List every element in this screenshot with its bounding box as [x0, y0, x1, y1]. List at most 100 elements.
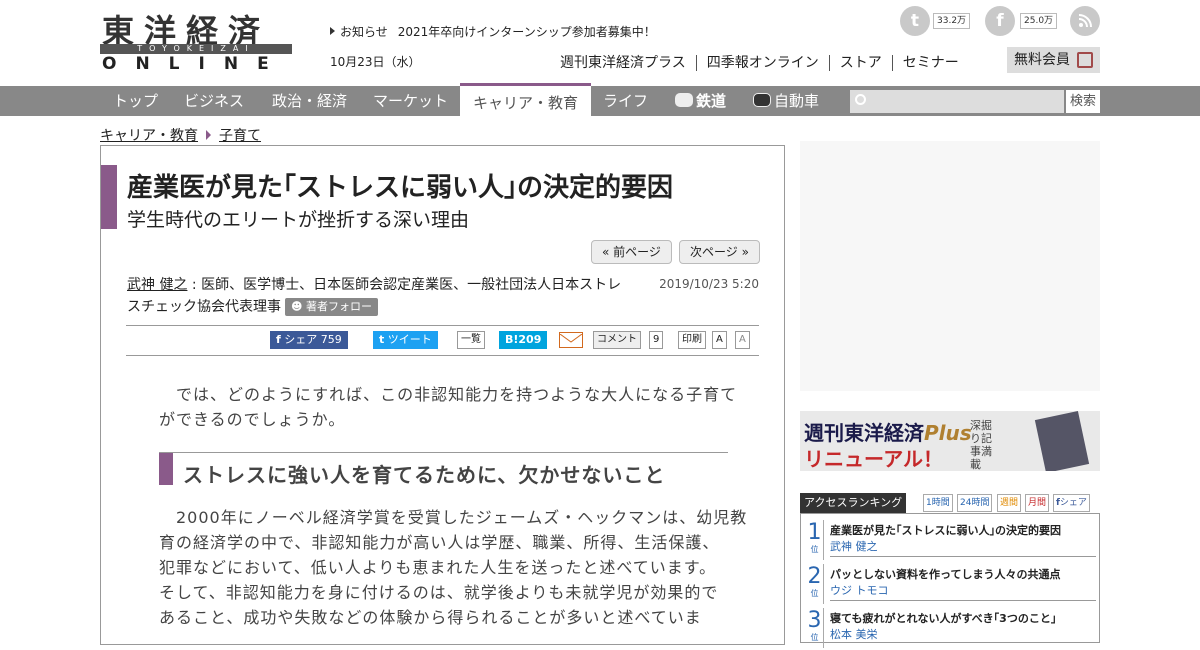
facebook-share-button[interactable]: f シェア 759 [270, 331, 348, 349]
nav-auto-label: 自動車 [774, 92, 820, 110]
font-size-small-button[interactable]: A [712, 331, 727, 349]
logo-sub-text: ONLINE [102, 54, 288, 74]
breadcrumb-career[interactable]: キャリア・教育 [100, 128, 198, 144]
mail-icon[interactable] [559, 332, 583, 348]
ranking-item[interactable]: 3位 寝ても疲れがとれない人がすべき｢3つのこと｣ 松本 美栄 [806, 606, 1096, 650]
banner-title: 週刊東洋経済Plus [804, 417, 972, 446]
article-title: 産業医が見た｢ストレスに弱い人｣の決定的要因 [127, 173, 674, 203]
phone-image [1034, 411, 1090, 471]
author-info: 武神 健之 : 医師、医学博士、日本医師会認定産業医、一般社団法人日本ストレスチ… [127, 277, 622, 316]
header-link-store[interactable]: ストア [828, 55, 892, 71]
ranking-tab-1h[interactable]: 1時間 [923, 494, 953, 512]
header-link-weekly[interactable]: 週刊東洋経済プラス [550, 55, 696, 71]
mail-glyph [559, 333, 583, 343]
banner-title-main: 週刊東洋経済 [804, 421, 924, 445]
prev-page-button[interactable]: « 前ページ [591, 240, 672, 264]
author-name[interactable]: 武神 健之 [127, 277, 187, 293]
hatena-bookmark-button[interactable]: B!209 [499, 331, 548, 349]
search-button[interactable]: 検索 [1066, 90, 1100, 113]
site-logo[interactable]: 東洋経済 TOYOKEIZAI ONLINE [100, 6, 292, 74]
share-divider-bottom [126, 355, 759, 356]
twitter-icon[interactable]: t [900, 6, 930, 36]
ranking-tab-24h[interactable]: 24時間 [957, 494, 993, 512]
author-follow-button[interactable]: ☻ 著者フォロー [285, 298, 378, 316]
breadcrumb-parenting[interactable]: 子育て [219, 128, 261, 144]
ranking-tab-share-label: シェア [1059, 498, 1087, 508]
breadcrumb-separator-icon [206, 130, 211, 140]
ranking-number: 1位 [806, 520, 824, 560]
hatena-label: B! [505, 333, 519, 346]
ranking-tab-share[interactable]: fシェア [1053, 494, 1090, 512]
car-icon [753, 93, 771, 107]
follow-label: 著者フォロー [305, 300, 372, 313]
comment-count: 9 [649, 331, 664, 349]
font-size-large-button[interactable]: A [735, 331, 750, 349]
heading-accent-bar [159, 453, 173, 485]
access-ranking: アクセスランキング 1時間 24時間 週間 月間 fシェア 1位 産業医が見た｢… [800, 493, 1100, 648]
toyokeizai-plus-banner[interactable]: 週刊東洋経済Plus リニューアル！ 深掘り記事満載 [800, 411, 1100, 471]
print-button[interactable]: 印刷 [678, 331, 706, 349]
ad-slot [800, 141, 1100, 391]
ranking-tab-month[interactable]: 月間 [1025, 494, 1050, 512]
rank-unit: 位 [810, 589, 819, 598]
notice-link[interactable]: お知らせ 2021年卒向けインターンシップ参加者募集中！ [330, 23, 656, 40]
triangle-icon [330, 27, 335, 35]
ranking-author: ウジ トモコ [830, 584, 889, 597]
tweet-button[interactable]: t ツイート [373, 331, 438, 349]
ranking-divider [830, 556, 1096, 557]
nav-career[interactable]: キャリア・教育 [460, 83, 592, 116]
facebook-icon: f [276, 333, 281, 346]
ranking-divider [830, 600, 1096, 601]
fb-share-label: シェア [284, 333, 318, 346]
nav-top[interactable]: トップ [113, 86, 158, 116]
ranking-author: 武神 健之 [830, 540, 878, 553]
ranking-title-text: パッとしない資料を作ってしまう人々の共通点 [830, 568, 1061, 581]
free-member-button[interactable]: 無料会員 [1007, 47, 1100, 73]
header-link-shikiho[interactable]: 四季報オンライン [695, 55, 829, 71]
section-heading-text: ストレスに強い人を育てるために、欠かせないこと [183, 463, 666, 487]
ranking-title-text: 寝ても疲れがとれない人がすべき｢3つのこと｣ [830, 612, 1057, 625]
paragraph-line: あること、成功や失敗などの体験から得られることが多いと述べていま [159, 608, 702, 627]
rss-icon[interactable] [1070, 6, 1100, 36]
tweet-list-link[interactable]: 一覧 [457, 331, 485, 349]
nav-railway-label: 鉄道 [696, 92, 727, 110]
ranking-number: 2位 [806, 564, 824, 604]
site-header: 東洋経済 TOYOKEIZAI ONLINE お知らせ 2021年卒向けインターン… [0, 0, 1200, 86]
ranking-title: アクセスランキング [800, 493, 906, 513]
paragraph-2: 2000年にノーベル経済学賞を受賞したジェームズ・ヘックマンは、幼児教 育の経済… [159, 505, 747, 630]
paragraph-line: では、どのようにすれば、この非認知能力を持つような大人になる子育て [159, 385, 738, 404]
paragraph-line: ができるのでしょうか。 [159, 410, 346, 429]
nav-auto[interactable]: 自動車 [753, 86, 819, 116]
ranking-number: 3位 [806, 608, 824, 648]
ranking-list: 1位 産業医が見た｢ストレスに弱い人｣の決定的要因 武神 健之 2位 パッとしな… [800, 513, 1100, 648]
facebook-icon[interactable]: f [985, 6, 1015, 36]
ranking-item[interactable]: 2位 パッとしない資料を作ってしまう人々の共通点 ウジ トモコ [806, 562, 1096, 606]
nav-politics[interactable]: 政治・経済 [272, 86, 347, 116]
tweet-label: ツイート [387, 333, 432, 346]
header-links: 週刊東洋経済プラス 四季報オンライン ストア セミナー [550, 52, 969, 72]
notice-text: 2021年卒向けインターンシップ参加者募集中！ [397, 25, 656, 39]
nav-market[interactable]: マーケット [373, 86, 448, 116]
fb-share-count: 759 [320, 333, 342, 346]
search-input[interactable] [850, 90, 1064, 113]
gift-icon [1077, 52, 1093, 68]
train-icon [675, 93, 693, 107]
notice-label: お知らせ [340, 25, 388, 39]
ranking-tab-week[interactable]: 週間 [997, 494, 1022, 512]
rank-num: 1 [807, 520, 822, 545]
next-page-button[interactable]: 次ページ » [679, 240, 760, 264]
header-link-seminar[interactable]: セミナー [891, 55, 969, 71]
ranking-title-text: 産業医が見た｢ストレスに弱い人｣の決定的要因 [830, 524, 1061, 537]
article-date: 2019/10/23 5:20 [659, 277, 759, 291]
nav-business[interactable]: ビジネス [184, 86, 244, 116]
rss-glyph [1078, 14, 1092, 28]
nav-life[interactable]: ライフ [603, 86, 648, 116]
comment-button[interactable]: コメント [593, 331, 641, 349]
nav-railway[interactable]: 鉄道 [675, 86, 726, 116]
ranking-item[interactable]: 1位 産業医が見た｢ストレスに弱い人｣の決定的要因 武神 健之 [806, 518, 1096, 562]
twitter-icon: t [379, 333, 385, 346]
share-divider-top [126, 325, 759, 326]
paragraph-line: そして、非認知能力を身に付けるのは、就学後よりも未就学児が効果的で [159, 583, 719, 602]
banner-renewal: リニューアル！ [804, 447, 943, 471]
banner-title-plus: Plus [924, 421, 972, 445]
